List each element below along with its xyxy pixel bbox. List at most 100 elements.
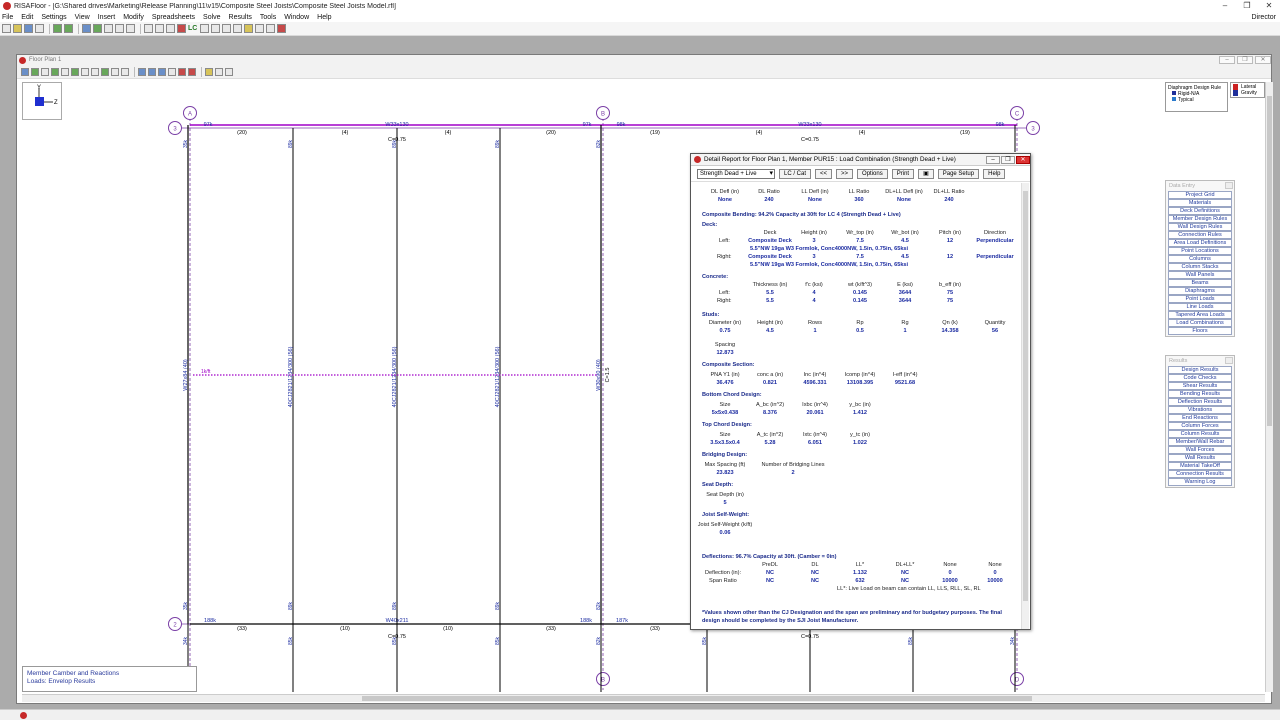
fp-minimize-button[interactable]: – <box>1219 56 1235 64</box>
results-wall-results[interactable]: Wall Results <box>1168 454 1232 462</box>
line-select-icon[interactable] <box>91 67 99 76</box>
data-entry-point-loads[interactable]: Point Loads <box>1168 295 1232 303</box>
edit-icon[interactable] <box>205 67 213 76</box>
data-entry-beams[interactable]: Beams <box>1168 279 1232 287</box>
grid-bubble-3-right[interactable]: 3 <box>1026 121 1040 135</box>
results-column-results[interactable]: Column Results <box>1168 430 1232 438</box>
results-warning-log[interactable]: Warning Log <box>1168 478 1232 486</box>
members-icon[interactable] <box>144 24 153 33</box>
grid-bubble-b-bottom[interactable]: B <box>596 672 610 686</box>
select-icon[interactable] <box>21 67 29 76</box>
results-deflection-results[interactable]: Deflection Results <box>1168 398 1232 406</box>
menu-spreadsheets[interactable]: Spreadsheets <box>152 14 195 21</box>
notes-icon[interactable] <box>244 24 254 33</box>
report-scrollbar[interactable] <box>1021 183 1029 629</box>
tile-icon[interactable] <box>266 24 276 33</box>
save-icon[interactable] <box>24 24 33 33</box>
menu-insert[interactable]: Insert <box>98 14 116 21</box>
data-entry-floors[interactable]: Floors <box>1168 327 1232 335</box>
scroll-thumb[interactable] <box>362 696 1032 701</box>
report-restore-button[interactable]: ❐ <box>1001 155 1015 164</box>
results-wall-forces[interactable]: Wall Forces <box>1168 446 1232 454</box>
modify-icon[interactable] <box>168 67 176 76</box>
undo-icon[interactable] <box>53 24 62 33</box>
close-button[interactable]: ✕ <box>1258 0 1280 12</box>
data-entry-diaphragms[interactable]: Diaphragms <box>1168 287 1232 295</box>
open-folder-icon[interactable] <box>13 24 22 33</box>
menu-file[interactable]: File <box>2 14 13 21</box>
box-select-icon[interactable] <box>71 67 79 76</box>
export-icon[interactable]: ▣ <box>918 168 934 179</box>
scroll-thumb[interactable] <box>1267 96 1272 426</box>
model-icon[interactable] <box>126 24 135 33</box>
panel-close-icon[interactable] <box>1225 182 1233 189</box>
data-entry-columns[interactable]: Columns <box>1168 255 1232 263</box>
data-entry-project-grid[interactable]: Project Grid <box>1168 191 1232 199</box>
load-combination-select[interactable]: Strength Dead + Live <box>697 168 775 179</box>
menu-settings[interactable]: Settings <box>41 14 66 21</box>
grid-bubble-d-bottom[interactable]: D <box>1010 672 1024 686</box>
draw-column-icon[interactable] <box>148 67 156 76</box>
risa-connect-icon[interactable] <box>277 24 287 33</box>
print-button[interactable]: Print <box>891 168 915 179</box>
report-icon[interactable] <box>211 24 221 33</box>
data-entry-connection-rules[interactable]: Connection Rules <box>1168 231 1232 239</box>
walls-icon[interactable] <box>155 24 164 33</box>
menu-edit[interactable]: Edit <box>21 14 33 21</box>
data-entry-wall-design-rules[interactable]: Wall Design Rules <box>1168 223 1232 231</box>
horizontal-scrollbar[interactable] <box>22 694 1265 702</box>
render-icon[interactable] <box>61 67 69 76</box>
grid-bubble-2[interactable]: 2 <box>168 617 182 631</box>
page-setup-button[interactable]: Page Setup <box>937 168 980 179</box>
options-button[interactable]: Options <box>857 168 888 179</box>
menu-help[interactable]: Help <box>317 14 331 21</box>
new-file-icon[interactable] <box>2 24 11 33</box>
report-close-button[interactable]: ✕ <box>1016 155 1030 164</box>
grid-bubble-3[interactable]: 3 <box>168 121 182 135</box>
fp-close-button[interactable]: ✕ <box>1255 56 1271 64</box>
inclusion-icon[interactable] <box>101 67 109 76</box>
data-entry-deck-definitions[interactable]: Deck Definitions <box>1168 207 1232 215</box>
window-icon[interactable] <box>255 24 265 33</box>
pan-icon[interactable] <box>121 67 129 76</box>
menu-view[interactable]: View <box>75 14 90 21</box>
grid-bubble-c[interactable]: C <box>1010 106 1024 120</box>
area-icon[interactable] <box>215 67 223 76</box>
results-design-results[interactable]: Design Results <box>1168 366 1232 374</box>
table-view-icon[interactable] <box>225 67 233 76</box>
global-icon[interactable] <box>82 24 91 33</box>
draw-beam-icon[interactable] <box>138 67 146 76</box>
fp-restore-button[interactable]: ❐ <box>1237 56 1253 64</box>
grid-icon[interactable] <box>104 24 113 33</box>
print-icon[interactable] <box>35 24 44 33</box>
results-column-forces[interactable]: Column Forces <box>1168 422 1232 430</box>
restore-button[interactable]: ❐ <box>1236 0 1258 12</box>
results-member-wall-rebar[interactable]: Member/Wall Rebar <box>1168 438 1232 446</box>
menu-tools[interactable]: Tools <box>260 14 276 21</box>
menu-solve[interactable]: Solve <box>203 14 221 21</box>
data-entry-member-design-rules[interactable]: Member Design Rules <box>1168 215 1232 223</box>
load-combination-button[interactable]: LC <box>188 25 197 32</box>
table-icon[interactable] <box>222 24 232 33</box>
scroll-thumb[interactable] <box>1023 191 1028 601</box>
solve-icon[interactable] <box>177 24 186 33</box>
data-entry-area-load-definitions[interactable]: Area Load Definitions <box>1168 239 1232 247</box>
polygon-icon[interactable] <box>81 67 89 76</box>
menu-modify[interactable]: Modify <box>123 14 144 21</box>
data-entry-column-stacks[interactable]: Column Stacks <box>1168 263 1232 271</box>
redraw-icon[interactable] <box>31 67 39 76</box>
data-entry-load-combinations[interactable]: Load Combinations <box>1168 319 1232 327</box>
redo-icon[interactable] <box>64 24 73 33</box>
data-entry-point-locations[interactable]: Point Locations <box>1168 247 1232 255</box>
results-end-reactions[interactable]: End Reactions <box>1168 414 1232 422</box>
results-connection-results[interactable]: Connection Results <box>1168 470 1232 478</box>
data-entry-wall-panels[interactable]: Wall Panels <box>1168 271 1232 279</box>
zoom-icon[interactable] <box>41 67 49 76</box>
decks-icon[interactable] <box>166 24 175 33</box>
help-button[interactable]: Help <box>983 168 1006 179</box>
panel-close-icon[interactable] <box>1225 357 1233 364</box>
menu-window[interactable]: Window <box>284 14 309 21</box>
vertical-scrollbar[interactable] <box>1265 82 1273 692</box>
spreadsheet-icon[interactable] <box>93 24 102 33</box>
previous-button[interactable]: << <box>815 168 833 179</box>
